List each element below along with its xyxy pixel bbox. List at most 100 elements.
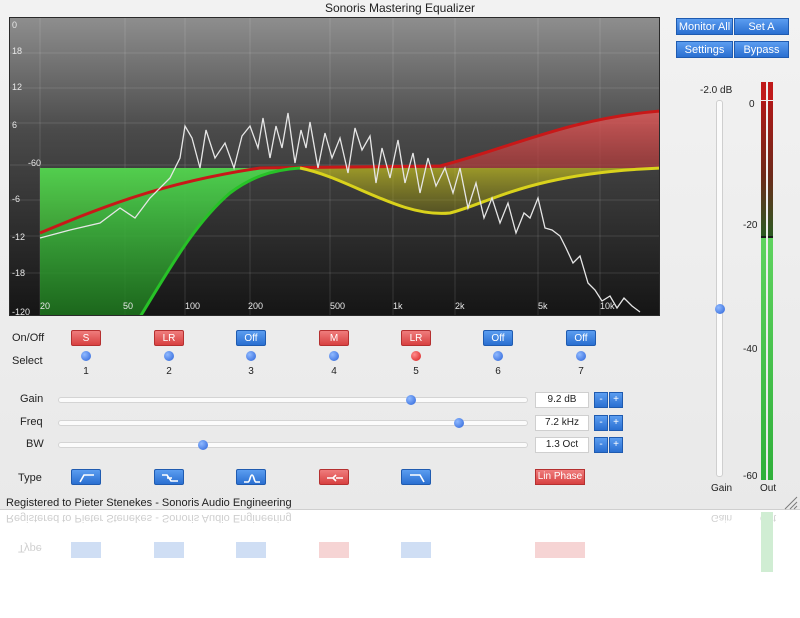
band-2-mode-button[interactable]: LR xyxy=(154,330,184,346)
out-label: Out xyxy=(760,483,777,494)
eq-graph[interactable]: 0 18 12 6 -60 -6 -12 -18 -120 20 50 100 … xyxy=(9,17,660,316)
reflection-type-btn xyxy=(236,542,266,558)
bw-param-label: BW xyxy=(26,438,44,450)
on-off-label: On/Off xyxy=(12,332,45,344)
freq-tick: 1k xyxy=(393,301,403,311)
band-number: 7 xyxy=(578,366,584,377)
band-bw-slider[interactable] xyxy=(58,442,528,448)
band-freq-handle[interactable] xyxy=(454,418,464,428)
band-2-select[interactable] xyxy=(164,351,174,361)
lowpass-icon xyxy=(410,474,425,483)
eq-curves xyxy=(10,18,659,315)
gain-param-label: Gain xyxy=(20,393,44,405)
freq-tick: 10k xyxy=(600,301,615,311)
reflection-type-label: Type xyxy=(18,542,42,554)
gain-decrement-button[interactable]: - xyxy=(594,392,608,408)
lowpass-filter-button[interactable] xyxy=(401,469,431,485)
bw-increment-button[interactable]: + xyxy=(609,437,623,453)
freq-decrement-button[interactable]: - xyxy=(594,415,608,431)
freq-tick: 20 xyxy=(40,301,51,311)
band-number: 2 xyxy=(166,366,172,377)
band-6-mode-button[interactable]: Off xyxy=(483,330,513,346)
highpass-filter-button[interactable] xyxy=(71,469,101,485)
meter-tick: -40 xyxy=(743,344,758,355)
freq-param-label: Freq xyxy=(20,416,43,428)
band-1-mode-button[interactable]: S xyxy=(71,330,101,346)
master-gain-slider[interactable] xyxy=(716,100,723,477)
window-reflection: Registered to Pieter Stenekes - Sonoris … xyxy=(0,512,800,618)
notch-filter-button[interactable] xyxy=(319,469,349,485)
select-label: Select xyxy=(12,355,43,367)
yellow-band-fill xyxy=(300,168,659,214)
band-3-mode-button[interactable]: Off xyxy=(236,330,266,346)
meter-peak-left xyxy=(761,82,766,100)
bypass-button[interactable]: Bypass xyxy=(734,41,789,58)
registration-text: Registered to Pieter Stenekes - Sonoris … xyxy=(6,497,292,509)
band-7-mode-button[interactable]: Off xyxy=(566,330,596,346)
db-tick: -120 xyxy=(12,307,31,316)
gain-increment-button[interactable]: + xyxy=(609,392,623,408)
freq-tick: 50 xyxy=(123,301,134,311)
db-tick: 6 xyxy=(12,120,18,130)
bell-filter-button[interactable] xyxy=(236,469,266,485)
bell-icon xyxy=(244,474,260,483)
meter-peak-right xyxy=(768,82,773,100)
band-6-select[interactable] xyxy=(493,351,503,361)
freq-tick: 2k xyxy=(455,301,465,311)
reflection-registration: Registered to Pieter Stenekes - Sonoris … xyxy=(6,512,292,524)
freq-tick: 500 xyxy=(330,301,346,311)
db-tick: -60 xyxy=(28,158,42,168)
band-bw-value[interactable]: 1.3 Oct xyxy=(535,437,589,453)
reflection-out-label: Out xyxy=(760,512,777,523)
band-number: 1 xyxy=(83,366,89,377)
type-label: Type xyxy=(18,472,42,484)
band-number: 4 xyxy=(331,366,337,377)
db-tick: -18 xyxy=(12,268,26,278)
green-band-fill xyxy=(40,168,300,315)
master-gain-handle[interactable] xyxy=(715,304,725,314)
freq-increment-button[interactable]: + xyxy=(609,415,623,431)
db-tick: 18 xyxy=(12,46,23,56)
reflection-meter xyxy=(761,512,773,572)
reflection-type-btn xyxy=(319,542,349,558)
resize-grip-icon[interactable] xyxy=(784,496,798,510)
db-tick: -6 xyxy=(12,194,21,204)
band-1-select[interactable] xyxy=(81,351,91,361)
gain-value-readout: -2.0 dB xyxy=(700,85,733,96)
band-number: 6 xyxy=(495,366,501,377)
equalizer-window: Sonoris Mastering Equalizer 0 18 12 6 -6… xyxy=(0,0,800,510)
set-a-button[interactable]: Set A xyxy=(734,18,789,35)
db-tick: -12 xyxy=(12,232,26,242)
reflection-type-btn xyxy=(401,542,431,558)
settings-button[interactable]: Settings xyxy=(676,41,733,58)
monitor-all-button[interactable]: Monitor All xyxy=(676,18,733,35)
band-3-select[interactable] xyxy=(246,351,256,361)
highpass-icon xyxy=(79,474,94,483)
low-shelf-filter-button[interactable] xyxy=(154,469,184,485)
output-meter-right xyxy=(768,101,773,480)
db-tick: 12 xyxy=(12,82,23,92)
reflection-type-btn xyxy=(154,542,184,558)
freq-tick: 200 xyxy=(248,301,264,311)
gain-label: Gain xyxy=(711,483,733,494)
band-gain-slider[interactable] xyxy=(58,397,528,403)
reflection-lin-phase xyxy=(535,542,585,558)
output-meter-left xyxy=(761,101,766,480)
band-4-mode-button[interactable]: M xyxy=(319,330,349,346)
band-7-select[interactable] xyxy=(576,351,586,361)
reflection-gain-label: Gain xyxy=(711,512,733,523)
band-freq-value[interactable]: 7.2 kHz xyxy=(535,415,589,431)
db-tick: 0 xyxy=(12,20,18,30)
window-title: Sonoris Mastering Equalizer xyxy=(324,1,476,15)
band-gain-handle[interactable] xyxy=(406,395,416,405)
band-number: 3 xyxy=(248,366,254,377)
band-bw-handle[interactable] xyxy=(198,440,208,450)
band-gain-value[interactable]: 9.2 dB xyxy=(535,392,589,408)
lin-phase-button[interactable]: Lin Phase xyxy=(535,469,585,485)
meter-tick: -60 xyxy=(743,471,758,482)
band-4-select[interactable] xyxy=(329,351,339,361)
freq-tick: 100 xyxy=(185,301,201,311)
band-5-mode-button[interactable]: LR xyxy=(401,330,431,346)
bw-decrement-button[interactable]: - xyxy=(594,437,608,453)
band-5-select[interactable] xyxy=(411,351,421,361)
